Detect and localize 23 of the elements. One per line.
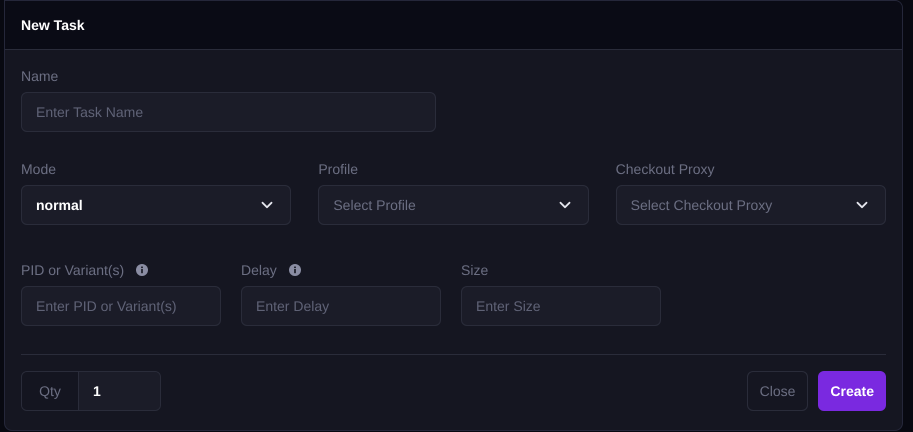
qty-field[interactable]: Qty 1 — [21, 371, 161, 411]
text-input[interactable]: Enter Size — [461, 286, 661, 326]
field-label: Checkout Proxy — [616, 161, 716, 177]
text-input[interactable]: Enter Delay — [241, 286, 441, 326]
qty-label: Qty — [22, 372, 79, 410]
select-field[interactable]: Select Checkout Proxy — [616, 185, 886, 225]
dialog-title: New Task — [21, 16, 85, 35]
text-input[interactable]: Enter PID or Variant(s) — [21, 286, 221, 326]
name-input[interactable]: Enter Task Name — [21, 92, 436, 132]
select-field[interactable]: normal — [21, 185, 292, 225]
field-label: Delay — [241, 262, 277, 278]
field-label: Name — [21, 68, 60, 84]
field-label: Size — [461, 262, 488, 278]
field-label: Mode — [21, 161, 58, 177]
select-value: normal — [36, 196, 83, 215]
field-label: PID or Variant(s) — [21, 262, 124, 278]
field-label: Profile — [318, 161, 360, 177]
create-button[interactable]: Create — [818, 371, 886, 411]
qty-value: 1 — [79, 372, 160, 410]
select-placeholder: Select Profile — [333, 196, 416, 215]
select-field[interactable]: Select Profile — [318, 185, 589, 225]
close-button[interactable]: Close — [746, 371, 808, 411]
select-placeholder: Select Checkout Proxy — [630, 196, 772, 215]
